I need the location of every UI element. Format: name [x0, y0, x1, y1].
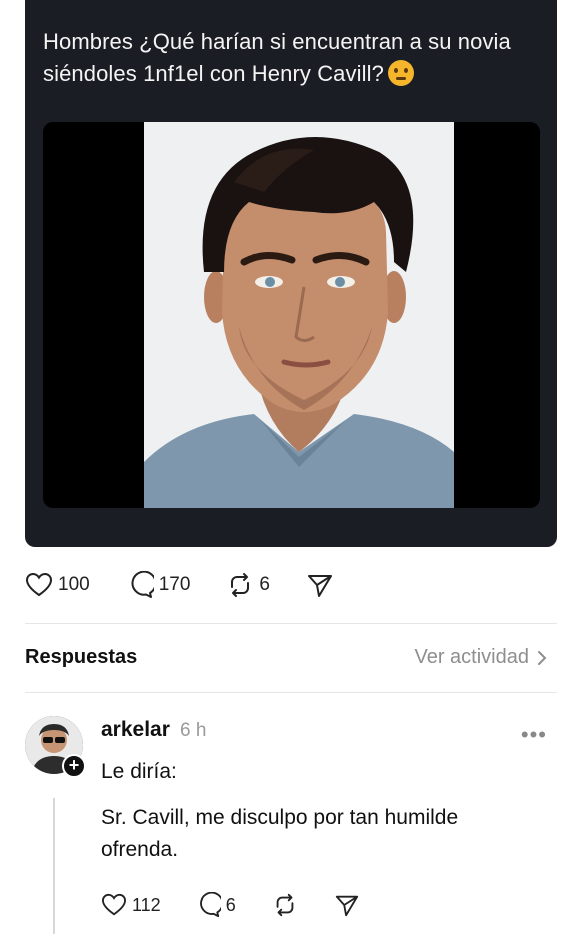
- comment-icon: [131, 571, 154, 598]
- reply-actions: 112 6: [101, 888, 360, 922]
- repost-button[interactable]: 6: [226, 571, 270, 599]
- reply-comment-button[interactable]: 6: [195, 892, 236, 918]
- view-activity-link[interactable]: Ver actividad: [414, 646, 547, 669]
- heart-icon: [25, 572, 53, 597]
- reply-share-button[interactable]: [334, 892, 360, 918]
- quoted-text: Sr. Cavill, me disculpo por tan humilde …: [101, 806, 459, 861]
- reply-text: Le diría:: [101, 760, 177, 783]
- post-text: Hombres ¿Qué harían si encuentran a su n…: [43, 26, 543, 90]
- follow-plus-button[interactable]: +: [62, 754, 86, 778]
- reply-comment-count: 6: [225, 894, 236, 915]
- like-button[interactable]: 100: [25, 572, 90, 598]
- share-button[interactable]: [306, 571, 334, 599]
- divider: [25, 623, 557, 624]
- chevron-right-icon: [538, 650, 547, 665]
- timestamp: 6 h: [180, 720, 207, 741]
- repost-icon: [276, 893, 294, 917]
- repost-count: 6: [259, 574, 270, 595]
- post-actions: 100 170 6: [25, 568, 334, 602]
- send-icon: [307, 575, 332, 597]
- comment-button[interactable]: 170: [126, 571, 191, 599]
- view-activity-label: Ver actividad: [414, 646, 529, 668]
- reply-like-count: 112: [132, 894, 161, 915]
- post-card[interactable]: Hombres ¿Qué harían si encuentran a su n…: [25, 0, 557, 547]
- post-image[interactable]: [43, 122, 540, 508]
- post-text-content: Hombres ¿Qué harían si encuentran a su n…: [43, 29, 511, 86]
- send-icon: [335, 895, 358, 917]
- repost-icon: [231, 573, 250, 597]
- reply-repost-button[interactable]: [272, 892, 298, 918]
- username[interactable]: arkelar: [101, 718, 170, 742]
- replies-title: Respuestas: [25, 646, 138, 668]
- thinking-face-icon: [387, 60, 414, 86]
- like-count: 100: [58, 574, 90, 595]
- thread-line: [53, 798, 55, 934]
- portrait-photo: [144, 122, 454, 508]
- comment-icon: [199, 892, 221, 918]
- heart-icon: [101, 893, 127, 916]
- reply-like-button[interactable]: 112: [101, 893, 161, 917]
- divider: [25, 692, 557, 693]
- comment-count: 170: [158, 574, 191, 595]
- more-options-icon[interactable]: •••: [521, 722, 547, 748]
